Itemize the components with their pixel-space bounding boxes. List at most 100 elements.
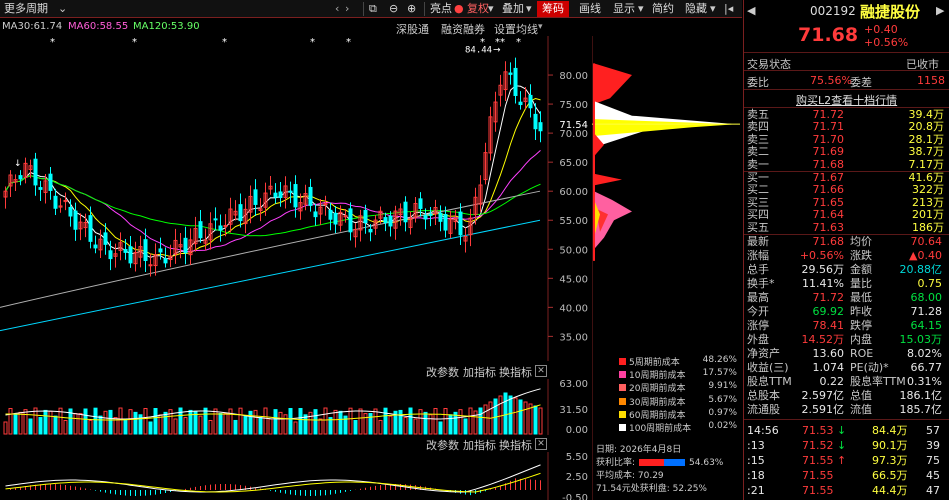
button-chips[interactable]: 筹码: [537, 1, 569, 17]
volume-bar: [403, 416, 408, 435]
ask-book: 卖五 71.72 39.4万 卖四 71.71 20.8万 卖三 71.70 28.1万 卖二 71…: [744, 108, 949, 171]
candle-body: [343, 215, 348, 218]
tick-count: 57: [926, 424, 940, 437]
chevron-down-icon[interactable]: ⌄: [58, 1, 67, 17]
tick-row: :15 71.55 ↑ 97.3万 75: [744, 454, 949, 467]
l2-upgrade-link[interactable]: 购买L2查看十档行情: [796, 92, 897, 108]
add-indicator-button[interactable]: 加指标: [463, 364, 496, 380]
ask-price: 71.71: [812, 120, 845, 134]
event-marker: *: [132, 37, 137, 48]
tab-set-ma[interactable]: 设置均线: [494, 21, 538, 37]
candle-body: [148, 264, 153, 267]
chevron-down-icon[interactable]: ▾: [710, 1, 716, 17]
legend-swatch: [619, 410, 626, 418]
candle-body: [93, 244, 98, 249]
candle-body: [518, 101, 523, 106]
switch-indicator-button[interactable]: 换指标: [499, 437, 532, 453]
add-indicator-button[interactable]: 加指标: [463, 437, 496, 453]
volume-bar: [103, 410, 108, 435]
tab-margin-trading[interactable]: 融资融券: [441, 21, 485, 37]
chip-yellow-band: [594, 119, 734, 137]
stat-label: 跌停: [850, 319, 872, 332]
candlestick-chart[interactable]: 80.0075.0071.5470.0065.0060.0055.0050.00…: [0, 36, 595, 361]
ask-volume: 38.7万: [908, 145, 945, 159]
candle-body: [213, 218, 218, 221]
y-tick-label: 45.00: [559, 274, 588, 285]
close-icon[interactable]: ✕: [535, 438, 547, 450]
button-hide[interactable]: 隐藏: [685, 1, 707, 17]
stat-row: 最高 71.72 最低 68.00: [744, 291, 949, 304]
tick-row: :21 71.55 44.4万 47: [744, 484, 949, 497]
edit-params-button[interactable]: 改参数: [426, 437, 459, 453]
collapse-icon[interactable]: |◂: [724, 1, 733, 17]
volume-bar: [348, 407, 353, 435]
legend-swatch: [619, 371, 626, 379]
volume-bar: [508, 395, 513, 435]
tick-volume: 84.4万: [872, 424, 908, 437]
chevron-down-icon[interactable]: ▾: [538, 22, 543, 32]
chevron-down-icon[interactable]: ▾: [638, 1, 644, 17]
chevron-right-icon[interactable]: ›: [345, 1, 349, 17]
stat-row: 最新 71.68 均价 70.64: [744, 235, 949, 248]
button-overlay[interactable]: 叠加: [502, 1, 524, 17]
volume-bar: [93, 407, 98, 435]
stat-value: 185.7亿: [899, 403, 943, 416]
stats-table: 最新 71.68 均价 70.64 涨幅 +0.56% 涨跌 ▲0.40 总手 29.56万 金额 2…: [744, 235, 949, 418]
stat-row: 收益(三) 1.074 PE(动)* 66.77: [744, 361, 949, 374]
chevron-down-icon[interactable]: ▾: [526, 1, 532, 17]
button-simple[interactable]: 简约: [652, 1, 674, 17]
stat-label: 收益(三): [747, 361, 789, 374]
event-marker: *: [222, 37, 227, 48]
candle-body: [403, 201, 408, 223]
period-selector[interactable]: 更多周期: [4, 1, 48, 17]
volume-bar: [418, 409, 423, 435]
volume-bar: [373, 408, 378, 435]
chevron-down-icon[interactable]: ▾: [488, 1, 494, 17]
cost-legend-item: 60周期前成本 0.97%: [619, 408, 737, 421]
bid-label: 买二: [747, 183, 769, 197]
volume-bar: [388, 415, 393, 435]
volume-bar: [318, 418, 323, 435]
button-display[interactable]: 显示: [613, 1, 635, 17]
indicator-panel-header: 改参数 加指标 换指标 ✕: [0, 436, 548, 452]
stat-value: 64.15: [910, 319, 943, 332]
copy-icon[interactable]: ⧉: [369, 1, 377, 17]
prev-stock-icon[interactable]: ◀: [747, 4, 755, 17]
zoom-in-icon[interactable]: ⊕: [407, 1, 416, 17]
tick-volume: 90.1万: [872, 439, 908, 452]
candle-body: [363, 209, 368, 224]
candle-body: [288, 190, 293, 193]
bid-row: 买二 71.66 322万: [744, 183, 949, 197]
stat-label: 流值: [850, 403, 872, 416]
stock-name: 融捷股份: [860, 3, 921, 21]
next-stock-icon[interactable]: ▶: [936, 4, 944, 17]
volume-bar: [28, 418, 33, 435]
y-tick-label: 35.00: [559, 332, 588, 343]
volume-bar: [518, 399, 523, 435]
tick-price: 71.52: [802, 439, 834, 452]
volume-bar: [428, 414, 433, 435]
button-highlights[interactable]: 亮点: [430, 1, 452, 17]
candle-body: [73, 210, 78, 230]
stat-value: 29.56万: [801, 263, 845, 276]
stat-row: 今开 69.92 昨收 71.28: [744, 305, 949, 318]
ma30-label: MA30:61.74: [2, 21, 63, 32]
tick-row: :13 71.52 ↓ 90.1万 39: [744, 439, 949, 452]
button-draw[interactable]: 画线: [579, 1, 601, 17]
volume-bar: [513, 397, 518, 435]
weicha-value: 1158: [917, 74, 945, 87]
volume-bar: [468, 407, 473, 435]
volume-chart[interactable]: 63.00 31.50 0.00: [0, 379, 595, 435]
close-icon[interactable]: ✕: [535, 365, 547, 377]
stat-row: 换手* 11.41% 量比 0.75: [744, 277, 949, 290]
chevron-left-icon[interactable]: ‹: [335, 1, 339, 17]
switch-indicator-button[interactable]: 换指标: [499, 364, 532, 380]
bid-price: 71.66: [812, 183, 845, 197]
edit-params-button[interactable]: 改参数: [426, 364, 459, 380]
volume-bar: [188, 409, 193, 435]
tab-shenzhen-connect[interactable]: 深股通: [396, 21, 429, 37]
indicator-chart[interactable]: 5.50 2.50 -0.50: [0, 452, 595, 500]
candle-body: [33, 158, 38, 186]
zoom-out-icon[interactable]: ⊖: [389, 1, 398, 17]
stat-value: 14.52万: [801, 333, 845, 346]
